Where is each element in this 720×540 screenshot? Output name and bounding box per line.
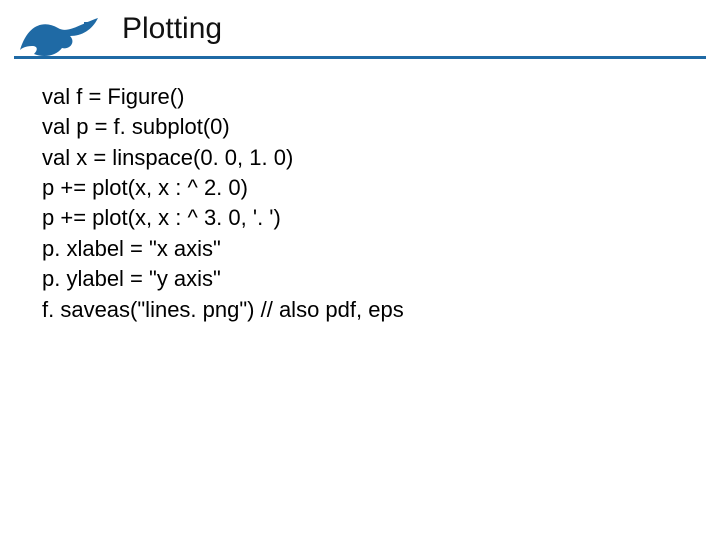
code-line: p. xlabel = "x axis" [42, 234, 690, 264]
code-block: val f = Figure() val p = f. subplot(0) v… [42, 82, 690, 325]
slide-header: Plotting [0, 0, 720, 70]
code-line: val f = Figure() [42, 82, 690, 112]
logo-icon [14, 6, 106, 60]
title-underline [14, 56, 706, 59]
code-line: p += plot(x, x : ^ 2. 0) [42, 173, 690, 203]
slide: Plotting val f = Figure() val p = f. sub… [0, 0, 720, 540]
code-line: f. saveas("lines. png") // also pdf, eps [42, 295, 690, 325]
code-line: val x = linspace(0. 0, 1. 0) [42, 143, 690, 173]
slide-title: Plotting [122, 12, 222, 46]
code-line: val p = f. subplot(0) [42, 112, 690, 142]
code-line: p. ylabel = "y axis" [42, 264, 690, 294]
code-line: p += plot(x, x : ^ 3. 0, '. ') [42, 203, 690, 233]
